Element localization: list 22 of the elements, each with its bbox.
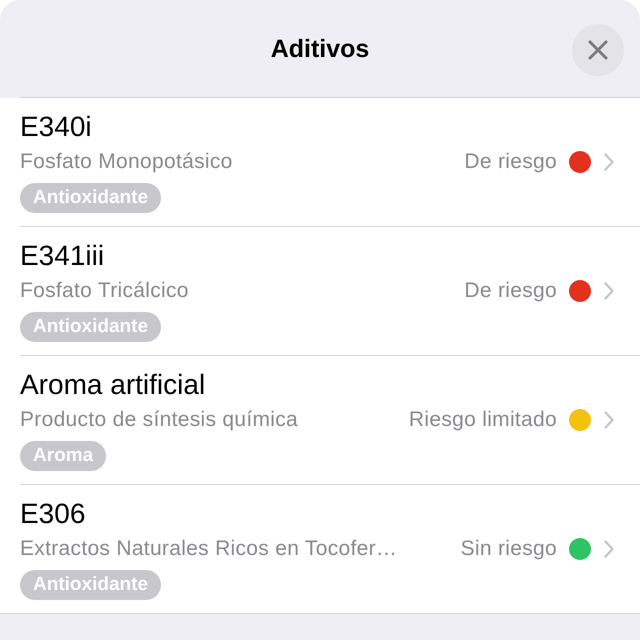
additive-name: E306: [20, 497, 86, 531]
additive-name: E340i: [20, 110, 92, 144]
risk-label: De riesgo: [464, 149, 557, 175]
category-tag: Aroma: [20, 441, 106, 471]
additive-name: E341iii: [20, 239, 104, 273]
additive-description: Extractos Naturales Ricos en Tocofer…: [20, 536, 398, 562]
category-tag: Antioxidante: [20, 183, 162, 213]
chevron-icon: [604, 282, 614, 300]
risk-label: Riesgo limitado: [408, 407, 557, 433]
category-tag: Antioxidante: [20, 312, 162, 342]
header-title: Aditivos: [270, 35, 370, 64]
risk-label: De riesgo: [464, 278, 557, 304]
additive-description: Fosfato Monopotásico: [20, 149, 233, 175]
chevron-icon: [604, 540, 614, 558]
additive-name: Aroma artificial: [20, 368, 206, 402]
additive-description: Producto de síntesis química: [20, 407, 298, 433]
additive-description: Fosfato Tricálcico: [20, 278, 189, 304]
chevron-icon: [604, 411, 614, 429]
risk-label: Sin riesgo: [460, 536, 557, 562]
close-icon: [588, 40, 608, 60]
chevron-icon: [604, 153, 614, 171]
category-tag: Antioxidante: [20, 570, 162, 600]
